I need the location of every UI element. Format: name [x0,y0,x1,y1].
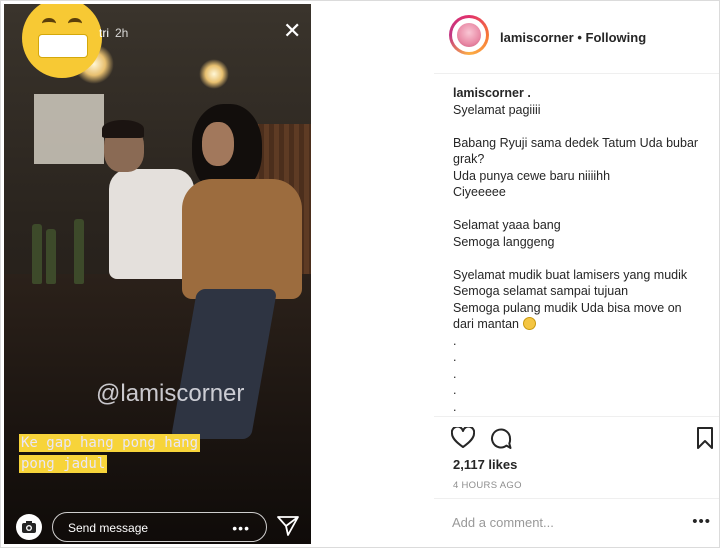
send-message-placeholder: Send message [68,521,149,535]
caption-line: . [453,333,457,348]
post-username[interactable]: lamiscorner [500,30,574,45]
smiling-emoji-icon [522,317,536,330]
heart-icon[interactable] [450,425,476,451]
person-woman-face [202,122,234,166]
instagram-post-frame: tri 2h ✕ @lamiscorner Ke gap hang pong ha… [0,0,720,548]
comment-icon[interactable] [489,427,513,451]
story-user[interactable]: tri 2h [99,26,128,40]
caption-line: . [453,399,457,414]
send-message-input[interactable]: Send message ••• [52,512,267,542]
avatar[interactable] [449,15,489,55]
caption-line: Semoga selamat sampai tujuan [453,284,629,298]
like-count[interactable]: 2,117 likes [453,457,517,472]
caption-line: Syelamat pagiiii [453,102,541,117]
caption-line: Semoga pulang mudik Uda bisa move on [453,300,682,315]
person-man-hair [102,120,144,138]
post-actions [434,416,719,457]
bottle [46,229,56,284]
caption-line-with-emoji: dari mantan [453,316,711,333]
story-media[interactable]: tri 2h ✕ @lamiscorner Ke gap hang pong ha… [4,4,311,544]
bookmark-icon[interactable] [696,427,720,451]
caption-line: dari mantan [453,317,520,331]
caption-line: Uda punya cewe baru niiiihh [453,168,611,183]
story-reply-bar: Send message ••• [4,504,311,544]
caption-line: . [453,383,457,397]
story-caption-line-2: pong jadul [19,455,108,473]
story-username[interactable]: tri [99,26,109,40]
post-header-text: lamiscorner • Following [500,30,646,45]
caption-line: grak? [453,152,485,166]
camera-icon[interactable] [16,514,42,540]
caption-line: . [453,350,457,364]
caption-line [453,201,711,218]
bottle [32,224,42,284]
caption-username[interactable]: lamiscorner . [453,85,711,102]
caption-line: Selamat yaaa bang [453,218,561,232]
more-icon[interactable]: ••• [692,513,711,530]
comment-input[interactable]: Add a comment... [452,515,554,530]
story-caption-line-1: Ke gap hang pong hang [19,434,201,452]
bottle [74,219,84,284]
header-separator: • [577,30,582,45]
send-icon[interactable] [277,516,299,541]
wall-shelf [34,94,104,164]
more-icon[interactable]: ••• [232,513,250,543]
story-time: 2h [115,26,129,40]
comment-bar: Add a comment... ••• [434,498,719,548]
caption-line: Ciyeeeee [453,185,506,199]
caption-line [453,250,711,267]
person-woman [182,179,302,299]
caption-line [453,118,711,135]
post-header: lamiscorner • Following [434,1,719,74]
caption-line: Syelamat mudik buat lamisers yang mudik [453,267,688,282]
ceiling-light [199,59,229,89]
close-icon[interactable]: ✕ [283,20,301,42]
story-watermark: @lamiscorner [96,380,245,407]
post-timestamp[interactable]: 4 HOURS AGO [453,480,522,491]
follow-status-button[interactable]: Following [586,30,647,45]
caption-line: Babang Ryuji sama dedek Tatum Uda bubar [453,135,699,150]
caption-line: Semoga langgeng [453,234,555,249]
caption-line: . [453,366,457,381]
post-caption: lamiscorner . Syelamat pagiiii Babang Ry… [453,85,711,415]
